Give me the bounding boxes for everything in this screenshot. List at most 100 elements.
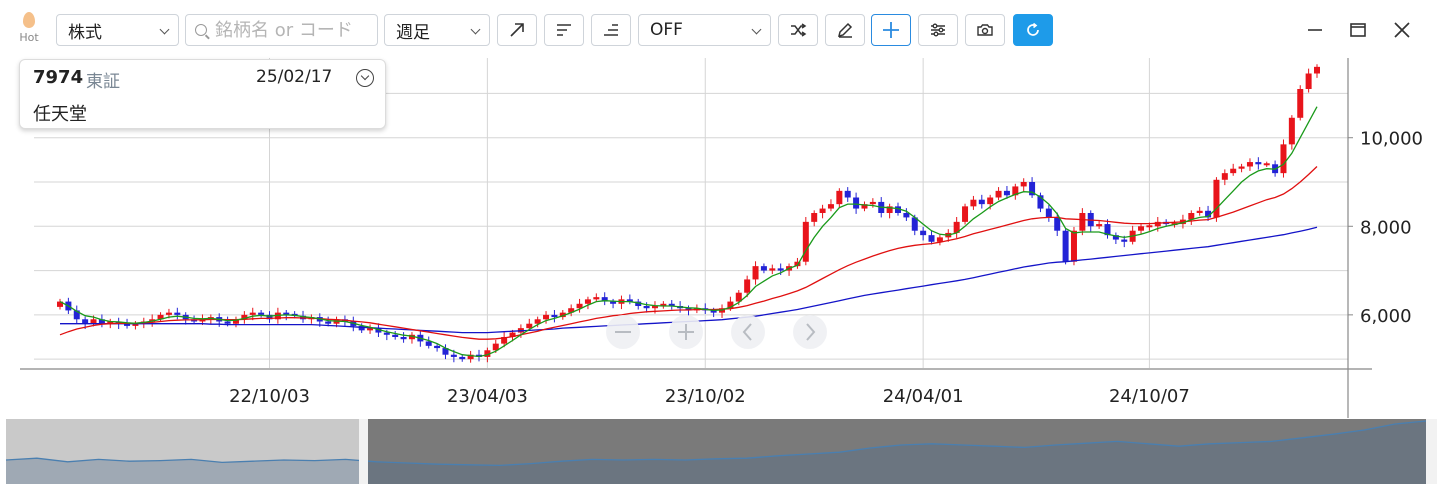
align-right-button[interactable] (591, 14, 631, 46)
candle (1288, 115, 1295, 150)
maximize-button[interactable] (1342, 14, 1374, 46)
candle (1087, 210, 1094, 232)
chevron-down-icon (751, 24, 762, 35)
candle-body (1230, 168, 1237, 174)
candle-body (643, 306, 650, 309)
shuffle-button[interactable] (778, 14, 818, 46)
candle-body (903, 213, 910, 218)
indicator-select[interactable]: OFF (638, 14, 771, 46)
candle-body (450, 354, 457, 357)
candle (936, 234, 943, 246)
camera-icon (977, 24, 993, 36)
candle-body (1305, 73, 1312, 89)
candle-body (920, 230, 927, 236)
candle-body (543, 314, 550, 320)
toolbar: Hot 株式 週足 OFF (0, 0, 1437, 58)
candle (1246, 158, 1253, 171)
candle-body (1146, 225, 1153, 228)
candle (844, 187, 851, 202)
draw-button[interactable] (825, 14, 865, 46)
scroll-left-button[interactable] (731, 315, 765, 349)
candle-body (836, 190, 843, 205)
candle (610, 298, 617, 309)
control-bg (793, 315, 827, 349)
exchange-label: 東証 (86, 72, 120, 92)
minimize-button[interactable] (1299, 14, 1331, 46)
trendline-button[interactable] (497, 14, 537, 46)
candle (978, 194, 985, 209)
candle (1238, 163, 1245, 173)
candle (584, 296, 591, 310)
candle-body (769, 268, 776, 271)
candle-body (1121, 239, 1128, 242)
search-input[interactable] (215, 19, 370, 41)
x-tick-label: 24/04/01 (883, 386, 964, 407)
refresh-button[interactable] (1013, 14, 1053, 46)
candle (635, 298, 642, 310)
settings-button[interactable] (918, 14, 958, 46)
candle (861, 201, 868, 212)
candle (1188, 210, 1195, 225)
candle-body (383, 332, 390, 335)
candle-body (928, 235, 935, 242)
candle-body (827, 204, 834, 209)
navigator-handle-left[interactable] (359, 419, 368, 484)
candle-body (392, 334, 399, 337)
candle (1221, 169, 1228, 186)
candle-body (593, 297, 600, 300)
indicator-select-value: OFF (650, 20, 683, 40)
candle (802, 216, 809, 266)
zoom-out-button[interactable] (606, 315, 640, 349)
candle-body (434, 345, 441, 349)
candle (668, 300, 675, 310)
flame-icon (23, 12, 35, 28)
y-tick-label: 8,000 (1360, 217, 1412, 238)
candle-body (1280, 144, 1287, 174)
candle (962, 203, 969, 225)
hot-button[interactable]: Hot (14, 12, 44, 48)
candle (601, 292, 608, 306)
candle (408, 332, 415, 344)
candle (174, 307, 181, 320)
candle-body (174, 312, 181, 315)
candle-body (1096, 224, 1103, 227)
candle-body (987, 197, 994, 205)
candle-body (844, 190, 851, 198)
minimize-icon (1308, 29, 1322, 31)
market-select[interactable]: 株式 (56, 14, 179, 46)
candle-body (744, 279, 751, 293)
candle-body (1196, 210, 1203, 213)
maximize-icon (1350, 23, 1366, 37)
candle-body (1054, 217, 1061, 231)
close-icon (1394, 22, 1410, 38)
candle (1196, 207, 1203, 216)
candle-body (90, 319, 97, 324)
crosshair-icon (883, 22, 899, 38)
candle-body (752, 266, 759, 280)
candle (1020, 178, 1027, 192)
candle-body (811, 213, 818, 222)
candle (1280, 139, 1287, 178)
scroll-right-button[interactable] (793, 315, 827, 349)
candle (719, 304, 726, 318)
close-button[interactable] (1386, 14, 1418, 46)
crosshair-button[interactable] (871, 14, 911, 46)
candle (392, 331, 399, 340)
symbol-search[interactable] (185, 14, 378, 46)
candle (1305, 68, 1312, 93)
candle-body (526, 323, 533, 329)
candle (1062, 228, 1069, 265)
navigator-handle-right[interactable] (1426, 419, 1437, 484)
chevron-down-circle-icon[interactable] (356, 69, 374, 87)
company-name: 任天堂 (33, 104, 87, 125)
align-left-button[interactable] (544, 14, 584, 46)
candle-body (1288, 117, 1295, 145)
screenshot-button[interactable] (965, 14, 1005, 46)
candle (1029, 177, 1036, 198)
candle-body (978, 199, 985, 205)
period-select[interactable]: 週足 (384, 14, 490, 46)
trend-arrow-icon (510, 23, 524, 37)
zoom-in-button[interactable] (669, 315, 703, 349)
chevron-down-icon (159, 24, 170, 35)
range-navigator[interactable] (0, 419, 1437, 484)
